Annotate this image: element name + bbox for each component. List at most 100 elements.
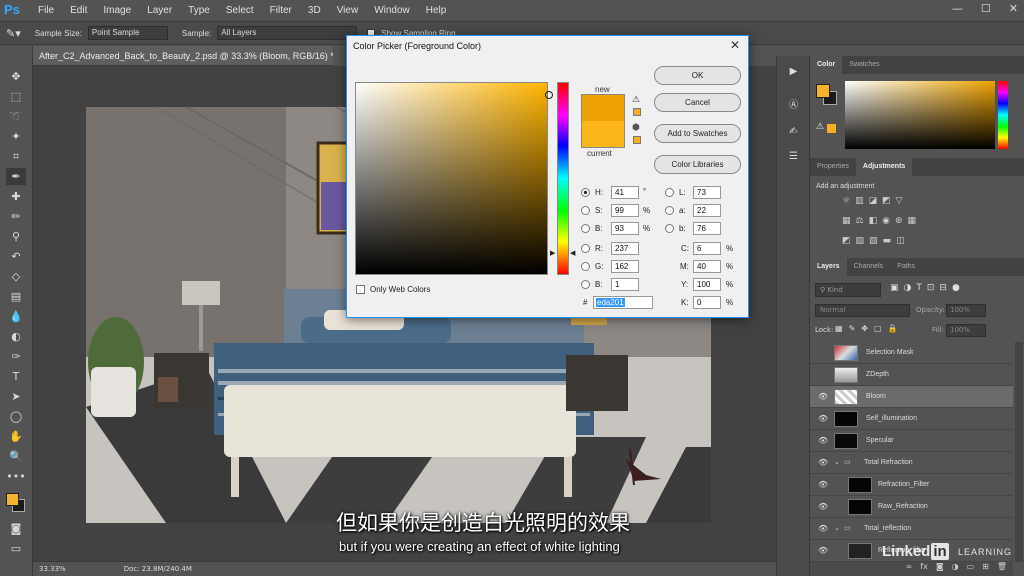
panel-hue-slider[interactable]	[998, 81, 1008, 149]
eye-icon[interactable]: 👁	[818, 392, 828, 401]
gamut-correction-swatch[interactable]	[633, 108, 641, 116]
eraser-tool-icon[interactable]: ◇	[6, 268, 26, 285]
sample-select[interactable]: All Layers	[217, 26, 358, 40]
cancel-button[interactable]: Cancel	[654, 93, 741, 112]
blur-tool-icon[interactable]: 💧	[6, 308, 26, 325]
foreground-color-swatch[interactable]	[6, 493, 19, 506]
green-input[interactable]: 162	[611, 260, 639, 273]
brightness-adj-icon[interactable]: ☼	[842, 196, 850, 206]
tab-layers[interactable]: Layers	[810, 258, 847, 276]
lasso-tool-icon[interactable]: ➰	[6, 108, 26, 125]
eye-icon[interactable]: 👁	[818, 546, 828, 555]
lock-position-icon[interactable]: ✥	[861, 324, 868, 333]
hue-slider-handle-left-icon[interactable]: ▶	[550, 249, 555, 257]
brightness-input[interactable]: 93	[611, 222, 639, 235]
eyedropper-tool-preset-icon[interactable]: ✎▾	[6, 27, 21, 40]
threshold-adj-icon[interactable]: ▧	[869, 236, 878, 246]
hex-input[interactable]: eda201	[593, 296, 653, 309]
lock-all-icon[interactable]: 🔒	[888, 324, 898, 333]
layer-name[interactable]: ZDepth	[866, 371, 889, 378]
eye-icon[interactable]: 👁	[818, 480, 828, 489]
out-of-gamut-warning-icon[interactable]: ⚠	[632, 94, 640, 105]
gradient-map-adj-icon[interactable]: ▬	[883, 236, 892, 246]
a-channel-radio[interactable]	[665, 206, 674, 215]
menu-edit[interactable]: Edit	[62, 5, 95, 16]
ellipse-tool-icon[interactable]: ◯	[6, 408, 26, 425]
red-input[interactable]: 237	[611, 242, 639, 255]
crop-tool-icon[interactable]: ⌗	[6, 148, 26, 165]
channel-mixer-adj-icon[interactable]: ⊛	[895, 216, 903, 226]
menu-filter[interactable]: Filter	[262, 5, 300, 16]
shape-filter-icon[interactable]: ⊡	[927, 283, 935, 293]
exposure-adj-icon[interactable]: ◩	[882, 196, 891, 206]
photo-filter-adj-icon[interactable]: ◉	[882, 216, 890, 226]
quick-mask-icon[interactable]: ◙	[6, 520, 26, 537]
fill-input[interactable]: 100%	[946, 324, 986, 337]
layer-row[interactable]: 👁 Self_illumination	[810, 408, 1013, 430]
b-channel-radio[interactable]	[665, 224, 674, 233]
chevron-down-icon[interactable]: ⌄	[834, 524, 840, 532]
gamut-warning-icon[interactable]: ⚠	[816, 122, 824, 132]
eye-icon[interactable]: 👁	[818, 436, 828, 445]
menu-window[interactable]: Window	[366, 5, 418, 16]
layer-name[interactable]: Bloom	[866, 393, 886, 400]
black-input[interactable]: 0	[693, 296, 721, 309]
pixel-filter-icon[interactable]: ▣	[890, 283, 899, 293]
marquee-tool-icon[interactable]: ⬚	[6, 88, 26, 105]
layer-group-row[interactable]: 👁 ⌄ ▭ Total Refraction	[810, 452, 1013, 474]
invert-adj-icon[interactable]: ◩	[842, 236, 851, 246]
bw-adj-icon[interactable]: ◧	[869, 216, 878, 226]
tab-properties[interactable]: Properties	[810, 158, 856, 176]
menu-help[interactable]: Help	[418, 5, 455, 16]
document-tab[interactable]: After_C2_Advanced_Back_to_Beauty_2.psd @…	[33, 46, 333, 66]
menu-layer[interactable]: Layer	[139, 5, 180, 16]
eye-icon[interactable]: 👁	[818, 414, 828, 423]
layer-name[interactable]: Total Refraction	[864, 459, 913, 466]
properties-panel-icon[interactable]: ☰	[786, 151, 801, 166]
quick-select-tool-icon[interactable]: ✦	[6, 128, 26, 145]
tab-color[interactable]: Color	[810, 56, 843, 74]
minimize-button[interactable]: —	[952, 2, 963, 15]
maximize-button[interactable]: ☐	[981, 2, 991, 15]
hue-sat-adj-icon[interactable]: ▦	[842, 216, 851, 226]
dodge-tool-icon[interactable]: ◐	[6, 328, 26, 345]
blue-radio[interactable]	[581, 280, 590, 289]
brightness-radio[interactable]	[581, 224, 590, 233]
selective-color-adj-icon[interactable]: ◫	[896, 236, 905, 246]
b-channel-input[interactable]: 76	[693, 222, 721, 235]
current-color-swatch[interactable]	[581, 121, 625, 148]
blend-mode-select[interactable]: Normal	[815, 304, 910, 317]
history-panel-icon[interactable]: ▶	[786, 66, 801, 81]
layer-row[interactable]: ZDepth	[810, 364, 1013, 386]
more-tools-icon[interactable]: •••	[6, 468, 26, 485]
opacity-input[interactable]: 100%	[946, 304, 986, 317]
add-mask-icon[interactable]: ◙	[936, 562, 944, 576]
lightness-radio[interactable]	[665, 188, 674, 197]
link-layers-icon[interactable]: ∞	[906, 562, 913, 576]
a-channel-input[interactable]: 22	[693, 204, 721, 217]
layer-filter-select[interactable]: ⚲ Kind	[815, 283, 881, 297]
add-to-swatches-button[interactable]: Add to Swatches	[654, 124, 741, 143]
gradient-tool-icon[interactable]: ▤	[6, 288, 26, 305]
green-radio[interactable]	[581, 262, 590, 271]
layer-row[interactable]: 👁 Raw_Refraction	[810, 496, 1013, 518]
type-filter-icon[interactable]: T	[916, 283, 922, 293]
lightness-input[interactable]: 73	[693, 186, 721, 199]
menu-3d[interactable]: 3D	[300, 5, 329, 16]
saturation-brightness-field[interactable]	[355, 82, 553, 275]
zoom-tool-icon[interactable]: 🔍	[6, 448, 26, 465]
character-panel-icon[interactable]: Ⓐ	[786, 96, 801, 111]
posterize-adj-icon[interactable]: ▨	[856, 236, 865, 246]
saturation-input[interactable]: 99	[611, 204, 639, 217]
pen-tool-icon[interactable]: ✑	[6, 348, 26, 365]
web-safe-swatch[interactable]	[633, 136, 641, 144]
hue-slider-handle-right-icon[interactable]: ◀	[570, 249, 575, 257]
tab-paths[interactable]: Paths	[890, 258, 922, 276]
adjustment-filter-icon[interactable]: ◑	[904, 283, 912, 293]
eyedropper-tool-icon[interactable]: ✒	[6, 168, 26, 185]
red-radio[interactable]	[581, 244, 590, 253]
menu-select[interactable]: Select	[218, 5, 262, 16]
hand-tool-icon[interactable]: ✋	[6, 428, 26, 445]
color-balance-adj-icon[interactable]: ⚖	[856, 216, 864, 226]
saturation-radio[interactable]	[581, 206, 590, 215]
